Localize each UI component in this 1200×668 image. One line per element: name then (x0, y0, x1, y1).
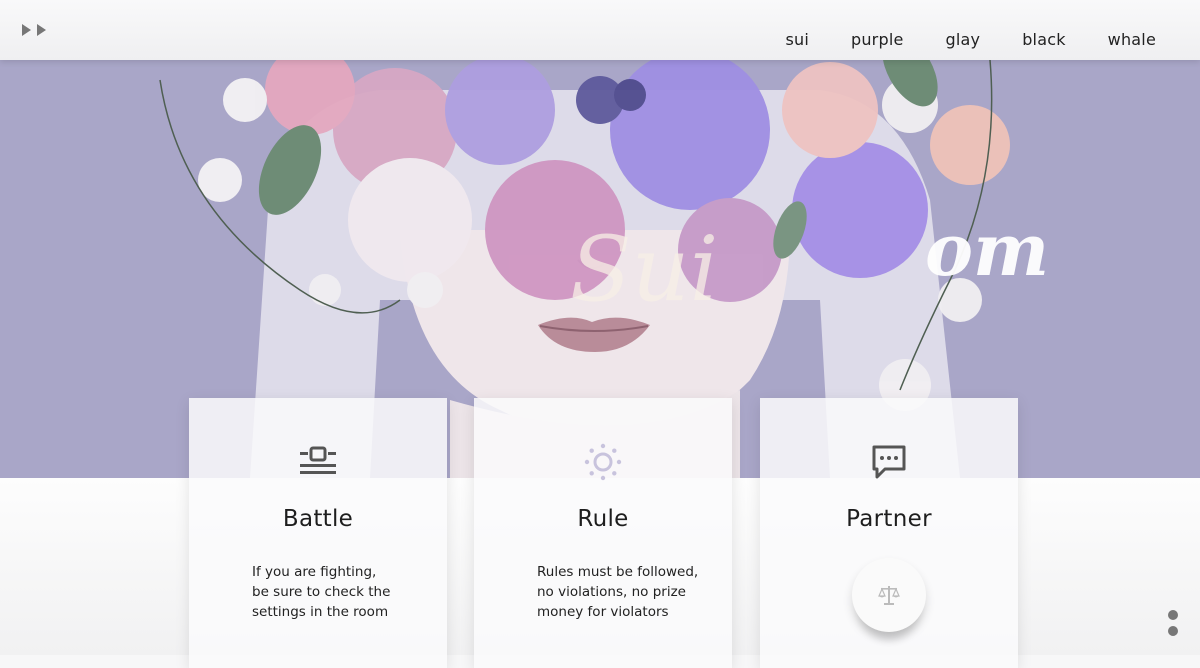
more-options-dot (1168, 610, 1178, 620)
card-rule-desc-line: Rules must be followed, (537, 564, 699, 580)
nav-item-sui[interactable]: sui (785, 30, 809, 49)
main-nav: sui purple glay black whale (743, 30, 1156, 49)
sun-icon (584, 443, 622, 481)
hero-signature: Sui (570, 217, 718, 322)
chat-bubble-icon (872, 445, 906, 479)
more-options-dot (1168, 626, 1178, 636)
more-options-icon[interactable] (1168, 610, 1180, 638)
card-rule-desc-line: no violations, no prize (537, 584, 686, 600)
card-partner[interactable]: Partner (760, 398, 1018, 668)
card-battle[interactable]: Battle If you are fighting, be sure to c… (189, 398, 447, 668)
top-bar: sui purple glay black whale (0, 0, 1200, 60)
fast-forward-icon[interactable] (22, 24, 56, 38)
fast-forward-icon-left (22, 24, 31, 36)
nav-item-black[interactable]: black (1022, 30, 1065, 49)
battle-icon (300, 446, 336, 474)
partner-action-button[interactable] (852, 558, 926, 632)
card-partner-title: Partner (846, 506, 932, 532)
card-battle-desc-line: be sure to check the (252, 584, 391, 600)
card-rule-title: Rule (577, 506, 629, 532)
card-battle-title: Battle (282, 506, 354, 532)
nav-item-whale[interactable]: whale (1108, 30, 1156, 49)
scales-icon (878, 586, 900, 605)
card-rule-desc-line: money for violators (537, 604, 669, 620)
card-rule-desc: Rules must be followed, no violations, n… (537, 562, 698, 622)
hero-watermark: om (925, 207, 1049, 292)
card-rule[interactable]: Rule Rules must be followed, no violatio… (474, 398, 732, 668)
fast-forward-icon-right (37, 24, 46, 36)
nav-item-glay[interactable]: glay (946, 30, 981, 49)
nav-item-purple[interactable]: purple (851, 30, 904, 49)
card-battle-desc: If you are fighting, be sure to check th… (252, 562, 390, 622)
card-battle-desc-line: If you are fighting, (252, 564, 377, 580)
card-battle-desc-line: settings in the room (252, 604, 389, 620)
